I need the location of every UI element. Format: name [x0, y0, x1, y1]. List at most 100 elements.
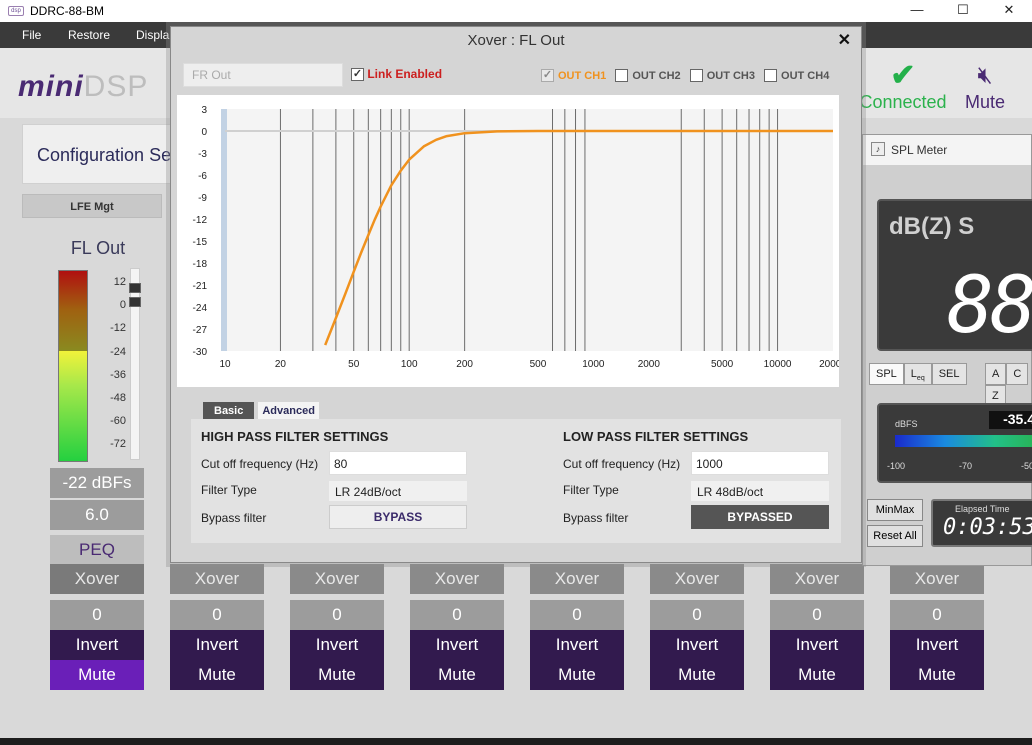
- dialog-close-button[interactable]: ✕: [838, 27, 851, 55]
- mute-button[interactable]: Mute: [290, 660, 384, 690]
- gain-slider[interactable]: [129, 268, 141, 460]
- xover-button[interactable]: Xover: [290, 564, 384, 594]
- gain-value[interactable]: 6.0: [50, 500, 144, 530]
- xover-button[interactable]: Xover: [530, 564, 624, 594]
- xover-button[interactable]: Xover: [410, 564, 504, 594]
- y-tick-label: -15: [193, 237, 208, 248]
- mute-button[interactable]: Mute: [650, 660, 744, 690]
- out-ch4-checkbox[interactable]: [764, 69, 778, 82]
- xover-button[interactable]: Xover: [650, 564, 744, 594]
- invert-button[interactable]: Invert: [290, 630, 384, 660]
- xover-button[interactable]: Xover: [890, 564, 984, 594]
- c-weight-button[interactable]: C: [1006, 363, 1029, 385]
- dbfs-meter: dBFS -35.4 -100 -70 -50: [877, 403, 1032, 483]
- sel-button[interactable]: SEL: [931, 363, 967, 385]
- xover-button[interactable]: Xover: [50, 564, 144, 594]
- channel-strip: Xover 0 Invert Mute: [170, 564, 264, 690]
- y-tick-label: 3: [201, 105, 207, 116]
- invert-button[interactable]: Invert: [770, 630, 864, 660]
- xover-button[interactable]: Xover: [770, 564, 864, 594]
- channel-name: FL Out: [70, 238, 126, 258]
- link-source-input[interactable]: FR Out: [183, 63, 343, 87]
- level-meter: [58, 270, 88, 462]
- connected-indicator[interactable]: ✔ Connected: [858, 60, 948, 113]
- delay-value[interactable]: 0: [650, 600, 744, 630]
- level-readout: -22 dBFs: [50, 468, 144, 498]
- hp-bypass-button[interactable]: BYPASS: [329, 505, 467, 529]
- peq-button[interactable]: PEQ: [50, 535, 144, 565]
- out-ch2-checkbox[interactable]: [615, 69, 629, 82]
- tab-advanced[interactable]: Advanced: [258, 402, 319, 420]
- output-channel-checkboxes: ✓ OUT CH1 OUT CH2 OUT CH3 OUT CH4: [541, 69, 835, 82]
- xover-button[interactable]: Xover: [170, 564, 264, 594]
- settings-tabs: Basic Advanced: [203, 401, 319, 420]
- mute-button[interactable]: Mute: [50, 660, 144, 690]
- slider-handle[interactable]: [129, 283, 141, 293]
- title-bar: dsp DDRC-88-BM — ☐ ✕: [0, 0, 1032, 22]
- dialog-title: Xover : FL Out: [467, 32, 565, 49]
- maximize-button[interactable]: ☐: [940, 0, 986, 22]
- invert-button[interactable]: Invert: [170, 630, 264, 660]
- delay-value[interactable]: 0: [170, 600, 264, 630]
- link-enabled-label: Link Enabled: [367, 67, 443, 81]
- minmax-button[interactable]: MinMax: [867, 499, 923, 521]
- reset-all-button[interactable]: Reset All: [867, 525, 923, 547]
- a-weight-button[interactable]: A: [985, 363, 1007, 385]
- y-tick-label: 0: [201, 127, 207, 138]
- connected-label: Connected: [859, 92, 947, 112]
- app-window: { "window": {"title": "DDRC-88-BM", "min…: [0, 0, 1032, 745]
- spl-title: SPL Meter: [891, 143, 948, 157]
- tab-basic[interactable]: Basic: [203, 402, 255, 420]
- slider-handle-2[interactable]: [129, 297, 141, 307]
- lp-cutoff-input[interactable]: 1000: [691, 451, 829, 475]
- delay-value[interactable]: 0: [410, 600, 504, 630]
- checkbox-icon[interactable]: ✓: [351, 68, 364, 82]
- delay-value[interactable]: 0: [770, 600, 864, 630]
- mute-button[interactable]: Mute: [530, 660, 624, 690]
- invert-button[interactable]: Invert: [890, 630, 984, 660]
- dialog-title-bar: Xover : FL Out ✕: [171, 27, 861, 55]
- y-tick-label: -21: [193, 281, 208, 292]
- y-tick-label: -24: [193, 303, 208, 314]
- mute-button[interactable]: Mute: [890, 660, 984, 690]
- mute-button[interactable]: Mute: [770, 660, 864, 690]
- invert-button[interactable]: Invert: [530, 630, 624, 660]
- out-ch1-checkbox[interactable]: ✓: [541, 69, 554, 82]
- minimize-button[interactable]: —: [894, 0, 940, 22]
- delay-value[interactable]: 0: [50, 600, 144, 630]
- menu-restore[interactable]: Restore: [68, 28, 110, 42]
- lfe-mgt-button[interactable]: LFE Mgt: [22, 194, 162, 218]
- dbfs-tick: -100: [887, 461, 906, 471]
- taskbar: [0, 738, 1032, 745]
- y-tick-label: -3: [198, 149, 207, 160]
- lp-type-select[interactable]: LR 48dB/oct: [691, 481, 829, 501]
- invert-button[interactable]: Invert: [650, 630, 744, 660]
- delay-value[interactable]: 0: [890, 600, 984, 630]
- spl-button[interactable]: SPL: [869, 363, 904, 385]
- window-close-button[interactable]: ✕: [986, 0, 1032, 22]
- configuration-select[interactable]: Configuration Se: [22, 124, 182, 184]
- spl-mode: dB(Z) S: [889, 213, 975, 240]
- out-ch1-label: OUT CH1: [558, 69, 607, 82]
- lp-bypass-button[interactable]: BYPASSED: [691, 505, 829, 529]
- mute-button[interactable]: Mute: [410, 660, 504, 690]
- hp-type-select[interactable]: LR 24dB/oct: [329, 481, 467, 501]
- elapsed-label: Elapsed Time: [955, 504, 1010, 514]
- mute-button[interactable]: Mute: [170, 660, 264, 690]
- delay-value[interactable]: 0: [290, 600, 384, 630]
- x-tick-label: 2000: [638, 359, 661, 370]
- delay-value[interactable]: 0: [530, 600, 624, 630]
- y-tick-label: -6: [198, 171, 207, 182]
- link-enabled-checkbox[interactable]: ✓ Link Enabled: [351, 67, 443, 82]
- x-tick-label: 10: [219, 359, 231, 370]
- menu-file[interactable]: File: [22, 28, 41, 42]
- hp-cutoff-input[interactable]: 80: [329, 451, 467, 475]
- menu-display[interactable]: Displa: [136, 28, 169, 42]
- master-mute-button[interactable]: 🔇︎ Mute: [955, 60, 1015, 113]
- invert-button[interactable]: Invert: [50, 630, 144, 660]
- out-ch3-checkbox[interactable]: [689, 69, 703, 82]
- invert-button[interactable]: Invert: [410, 630, 504, 660]
- leq-button[interactable]: Leq: [903, 363, 932, 385]
- filter-settings-panel: HIGH PASS FILTER SETTINGS Cut off freque…: [191, 419, 841, 543]
- elapsed-value: 0:03:53: [943, 515, 1032, 540]
